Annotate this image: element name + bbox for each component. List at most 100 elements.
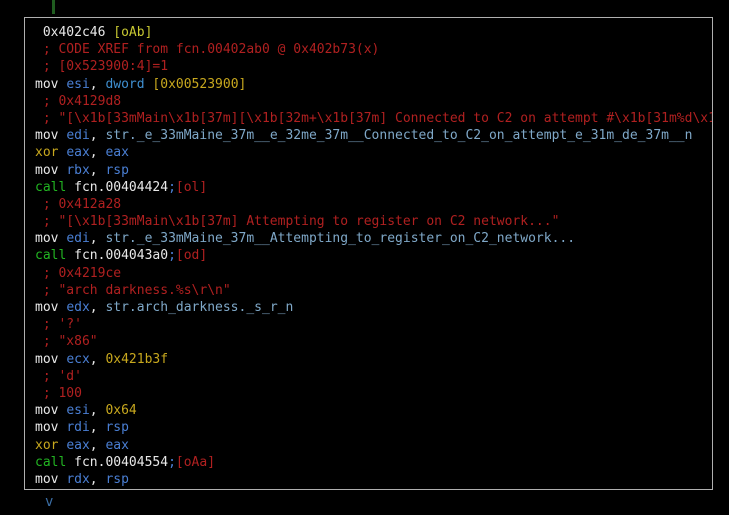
comment-marker-icon: ; <box>35 214 59 230</box>
instruction-line[interactable]: mov rdx, rsp <box>35 471 712 488</box>
mnemonic-spacer <box>66 248 74 263</box>
instruction-mnemonic: mov <box>35 471 59 487</box>
comment-text: "[\x1b[33mMain\x1b[37m][\x1b[32m+\x1b[37… <box>58 110 712 126</box>
terminal-screen: 0x402c46 [oAb] ; CODE XREF from fcn.0040… <box>0 0 729 515</box>
instruction-operand: , <box>89 403 106 419</box>
instruction-operand: edi <box>66 128 90 144</box>
comment-line[interactable]: ; CODE XREF from fcn.00402ab0 @ 0x402b73… <box>35 41 712 58</box>
instruction-operand: , <box>89 471 106 487</box>
comment-marker-icon: ; <box>35 282 59 298</box>
instruction-operand: [0x00523900] <box>152 76 247 92</box>
instruction-mnemonic: mov <box>35 351 59 367</box>
instruction-mnemonic: call <box>35 248 67 264</box>
disassembly-panel[interactable]: 0x402c46 [oAb] ; CODE XREF from fcn.0040… <box>24 17 713 490</box>
instruction-line[interactable]: xor eax, eax <box>35 437 712 454</box>
comment-text: 100 <box>58 385 82 401</box>
instruction-line[interactable]: mov ecx, 0x421b3f <box>35 351 712 368</box>
instruction-line[interactable]: mov edi, str._e_33mMaine_37m__e_32me_37m… <box>35 127 712 144</box>
instruction-operand: 0x64 <box>105 403 137 419</box>
comment-line[interactable]: ; "x86" <box>35 333 712 350</box>
instruction-operand: [ol] <box>175 179 208 195</box>
instruction-operand: rdx <box>66 471 90 487</box>
comment-marker-icon: ; <box>35 265 59 281</box>
instruction-operand: fcn.004043a0 <box>74 248 169 264</box>
comment-line[interactable]: ; "[\x1b[33mMain\x1b[37m][\x1b[32m+\x1b[… <box>35 110 712 127</box>
comment-text: CODE XREF from fcn.00402ab0 @ 0x402b73(x… <box>58 42 380 58</box>
instruction-line[interactable]: mov rdi, rsp <box>35 419 712 436</box>
instruction-operand: [od] <box>175 248 208 264</box>
instruction-operand: , <box>89 300 106 315</box>
comment-marker-icon: ; <box>35 93 59 109</box>
comment-marker-icon: ; <box>35 42 59 58</box>
instruction-line[interactable]: mov edi, str._e_33mMaine_37m__Attempting… <box>35 230 712 247</box>
instruction-operand: dword <box>105 76 145 92</box>
instruction-mnemonic: mov <box>35 231 59 247</box>
instruction-operand: rsp <box>105 420 129 436</box>
instruction-mnemonic: xor <box>35 437 59 453</box>
comment-line[interactable]: ; '?' <box>35 316 712 333</box>
instruction-operand: str._e_33mMaine_37m__Attempting_to_regis… <box>105 231 576 247</box>
instruction-operand: , <box>89 351 106 367</box>
comment-text: 0x412a28 <box>58 196 122 212</box>
instruction-address: 0x402c46 <box>35 25 114 40</box>
comment-marker-icon: ; <box>35 196 59 212</box>
comment-line[interactable]: ; "[\x1b[33mMain\x1b[37m] Attempting to … <box>35 213 712 230</box>
comment-line[interactable]: ; 0x412a28 <box>35 196 712 213</box>
comment-line[interactable]: ; 100 <box>35 385 712 402</box>
comment-text: 0x4219ce <box>58 265 122 281</box>
mnemonic-spacer <box>66 455 74 470</box>
comment-line[interactable]: ; 'd' <box>35 368 712 385</box>
instruction-line[interactable]: call fcn.004043a0;[od] <box>35 247 712 264</box>
comment-marker-icon: ; <box>35 334 59 350</box>
instruction-line[interactable]: call fcn.00404424;[ol] <box>35 179 712 196</box>
comment-line[interactable]: ; "arch darkness.%s\r\n" <box>35 282 712 299</box>
instruction-operand: str.arch_darkness._s_r_n <box>105 300 294 315</box>
comment-line[interactable]: ; 0x4219ce <box>35 265 712 282</box>
disassembly-line-list: 0x402c46 [oAb] ; CODE XREF from fcn.0040… <box>25 18 712 488</box>
instruction-operand: rsp <box>105 162 129 178</box>
instruction-operand: , <box>89 128 106 144</box>
comment-marker-icon: ; <box>35 385 59 401</box>
instruction-mnemonic: mov <box>35 76 59 92</box>
instruction-operand: esi <box>66 403 90 419</box>
scroll-up-indicator-icon[interactable] <box>52 0 55 14</box>
instruction-operand: , <box>89 420 106 436</box>
instruction-operand: fcn.00404554 <box>74 454 169 470</box>
instruction-operand: eax <box>66 145 90 161</box>
instruction-operand: ; <box>168 454 176 470</box>
comment-line[interactable]: ; 0x4129d8 <box>35 93 712 110</box>
flag-label: [oAb] <box>113 25 153 40</box>
instruction-operand: edx <box>66 300 90 315</box>
instruction-line[interactable]: mov esi, dword [0x00523900] <box>35 76 712 93</box>
instruction-mnemonic: mov <box>35 300 59 315</box>
mnemonic-spacer <box>66 180 74 195</box>
instruction-operand: , <box>89 162 106 178</box>
instruction-mnemonic: mov <box>35 128 59 144</box>
instruction-line[interactable]: mov edx, str.arch_darkness._s_r_n <box>35 299 712 316</box>
disassembly-header-line[interactable]: 0x402c46 [oAb] <box>35 24 712 41</box>
instruction-line[interactable]: call fcn.00404554;[oAa] <box>35 454 712 471</box>
instruction-mnemonic: mov <box>35 403 59 419</box>
instruction-operand: rbx <box>66 162 90 178</box>
instruction-operand: [oAa] <box>175 454 216 470</box>
instruction-operand: , <box>89 437 106 453</box>
comment-marker-icon: ; <box>35 368 59 384</box>
instruction-operand: fcn.00404424 <box>74 179 169 195</box>
instruction-operand: eax <box>105 437 129 453</box>
instruction-operand: rdi <box>66 420 90 436</box>
comment-text: 'd' <box>58 368 82 384</box>
instruction-line[interactable]: xor eax, eax <box>35 144 712 161</box>
instruction-line[interactable]: mov esi, 0x64 <box>35 402 712 419</box>
comment-marker-icon: ; <box>35 317 59 333</box>
comment-line[interactable]: ; [0x523900:4]=1 <box>35 58 712 75</box>
instruction-mnemonic: call <box>35 179 67 195</box>
scroll-down-indicator-icon[interactable]: v <box>45 494 53 510</box>
instruction-operand: eax <box>105 145 129 161</box>
comment-text: "arch darkness.%s\r\n" <box>58 282 231 298</box>
instruction-operand: ecx <box>66 351 90 367</box>
instruction-operand: str._e_33mMaine_37m__e_32me_37m__Connect… <box>105 128 693 144</box>
instruction-operand: , <box>89 145 106 161</box>
instruction-mnemonic: xor <box>35 145 59 161</box>
comment-marker-icon: ; <box>35 110 59 126</box>
instruction-line[interactable]: mov rbx, rsp <box>35 162 712 179</box>
